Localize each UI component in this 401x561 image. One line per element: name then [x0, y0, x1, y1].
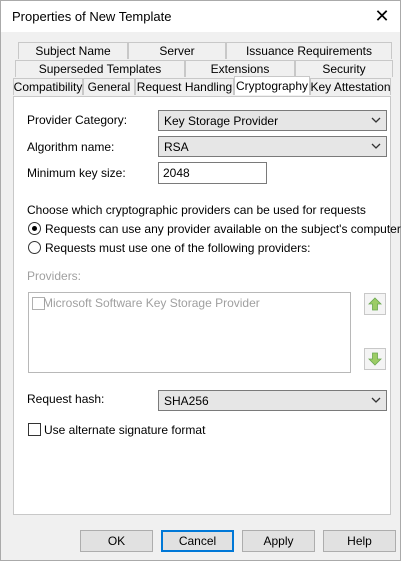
tab-compatibility[interactable]: Compatibility: [13, 78, 83, 95]
chevron-down-icon: [371, 117, 381, 123]
dialog-window: Properties of New Template ✕ Subject Nam…: [0, 0, 401, 561]
algorithm-label: Algorithm name:: [27, 140, 115, 154]
providers-listbox[interactable]: Microsoft Software Key Storage Provider: [28, 292, 351, 373]
move-up-button[interactable]: [364, 293, 386, 315]
request-hash-label: Request hash:: [27, 392, 105, 406]
radio-selected-dot: [32, 226, 37, 231]
tab-security[interactable]: Security: [295, 60, 393, 77]
move-down-button[interactable]: [364, 348, 386, 370]
providers-label: Providers:: [27, 269, 82, 283]
tab-extensions[interactable]: Extensions: [185, 60, 295, 77]
choose-providers-text: Choose which cryptographic providers can…: [27, 203, 366, 217]
cancel-button[interactable]: Cancel: [161, 530, 234, 552]
provider-item-label: Microsoft Software Key Storage Provider: [43, 296, 260, 310]
provider-category-label: Provider Category:: [27, 113, 128, 127]
chevron-down-icon: [371, 397, 381, 403]
ok-button[interactable]: OK: [80, 530, 153, 552]
arrow-down-icon: [368, 352, 382, 366]
apply-button[interactable]: Apply: [242, 530, 315, 552]
tab-subject-name[interactable]: Subject Name: [18, 42, 128, 59]
min-key-size-value: 2048: [163, 166, 190, 180]
algorithm-dropdown[interactable]: RSA: [158, 136, 387, 157]
chevron-down-icon: [371, 143, 381, 149]
tab-general[interactable]: General: [83, 78, 135, 95]
radio-specific-provider[interactable]: [28, 241, 41, 254]
tab-superseded-templates[interactable]: Superseded Templates: [15, 60, 185, 77]
alt-signature-label[interactable]: Use alternate signature format: [44, 423, 205, 437]
algorithm-value: RSA: [164, 140, 189, 154]
request-hash-dropdown[interactable]: SHA256: [158, 390, 387, 411]
radio-any-provider-label[interactable]: Requests can use any provider available …: [45, 222, 401, 236]
alt-signature-checkbox[interactable]: [28, 423, 41, 436]
arrow-up-icon: [368, 297, 382, 311]
provider-category-value: Key Storage Provider: [164, 114, 279, 128]
title-bar: Properties of New Template ✕: [1, 1, 400, 32]
provider-category-dropdown[interactable]: Key Storage Provider: [158, 110, 387, 131]
tab-request-handling[interactable]: Request Handling: [135, 78, 234, 95]
window-title: Properties of New Template: [12, 9, 172, 24]
tab-cryptography[interactable]: Cryptography: [234, 76, 310, 95]
request-hash-value: SHA256: [164, 394, 209, 408]
close-icon[interactable]: ✕: [372, 6, 392, 26]
tab-issuance-requirements[interactable]: Issuance Requirements: [226, 42, 392, 59]
radio-specific-provider-label[interactable]: Requests must use one of the following p…: [45, 241, 310, 255]
min-key-size-input[interactable]: 2048: [158, 162, 267, 184]
help-button[interactable]: Help: [323, 530, 396, 552]
tab-key-attestation[interactable]: Key Attestation: [310, 78, 391, 95]
radio-any-provider[interactable]: [28, 222, 41, 235]
min-key-size-label: Minimum key size:: [27, 166, 126, 180]
tab-server[interactable]: Server: [128, 42, 226, 59]
